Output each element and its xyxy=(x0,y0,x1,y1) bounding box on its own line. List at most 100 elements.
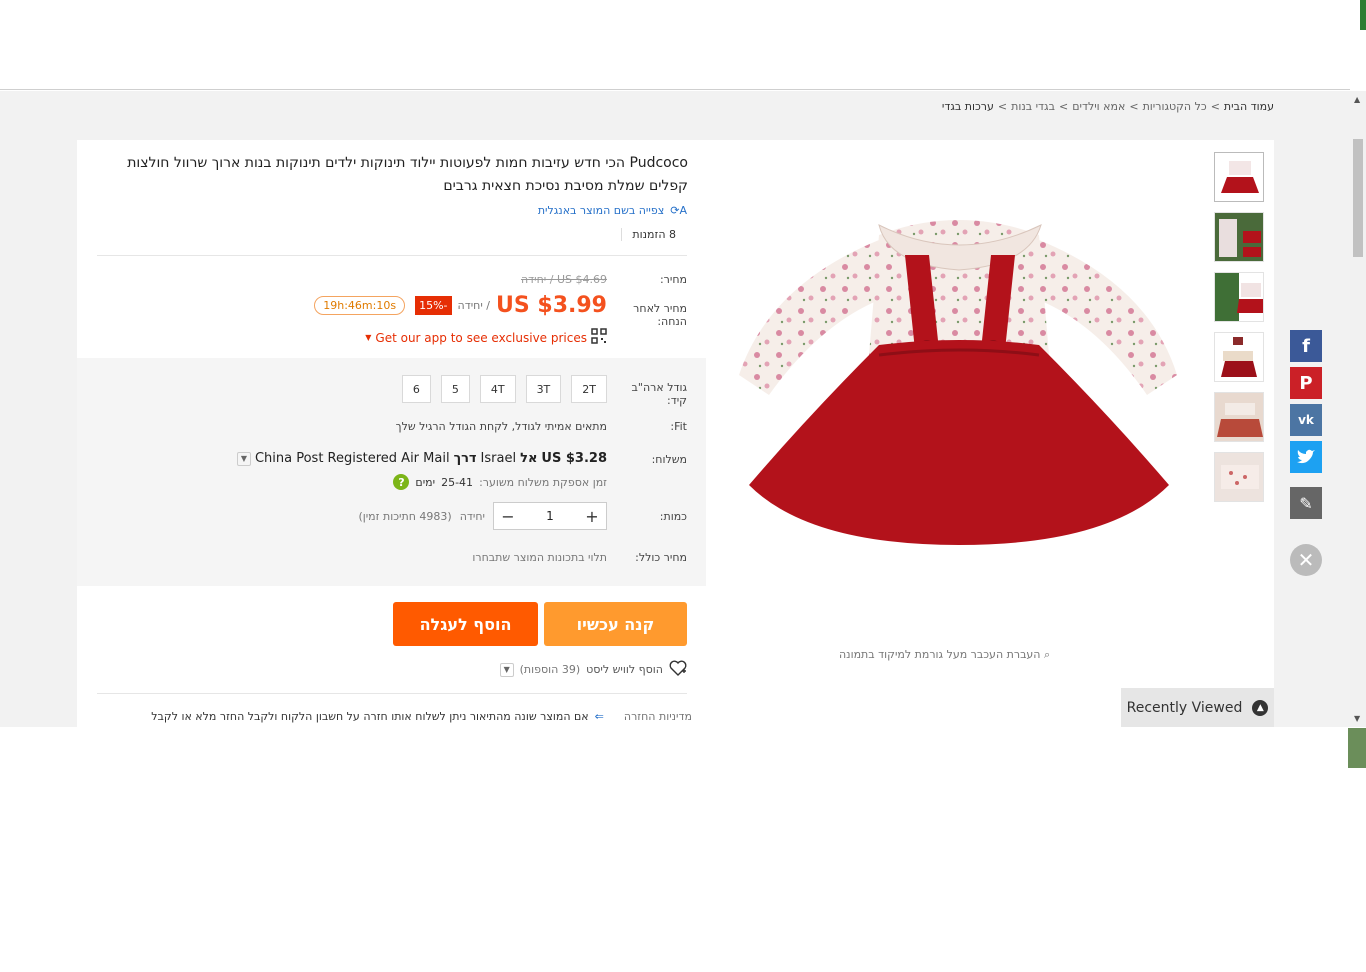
original-price: US $4.69 / יחידה xyxy=(520,273,607,286)
breadcrumb-home[interactable]: עמוד הבית xyxy=(1224,100,1274,113)
add-to-cart-button[interactable]: הוסף לעגלה xyxy=(393,602,538,646)
fit-text: מתאים אמיתי לגודל, לקחת הגודל הרגיל שלך xyxy=(395,420,607,433)
price-unit: / יחידה xyxy=(457,299,491,312)
thumbnail-1[interactable] xyxy=(1214,152,1264,202)
qr-icon xyxy=(591,328,607,347)
wishlist-count: (39 הוספות) xyxy=(519,663,581,676)
discount-badge: -15% xyxy=(415,296,452,315)
price-row: US $3.99 / יחידה -15% 19h:46m:10s xyxy=(314,293,607,318)
zoom-hint-text: העברת העכבר מעל גורמת למיקוד בתמונה xyxy=(839,648,1041,661)
divider xyxy=(97,693,687,694)
total-price-text: תלוי בתכונות המוצר שתבחרו xyxy=(472,551,607,564)
close-icon[interactable]: ✕ xyxy=(1290,544,1322,576)
quantity-input[interactable]: 1 xyxy=(522,503,578,529)
shipping-label: משלוח: xyxy=(651,453,687,466)
help-icon[interactable]: ? xyxy=(393,474,410,490)
increase-button[interactable]: + xyxy=(578,503,606,529)
return-policy-label: מדיניות החזרה xyxy=(623,710,692,723)
edge-decoration xyxy=(1348,728,1366,768)
thumbnail-6[interactable] xyxy=(1214,452,1264,502)
fit-label: Fit: xyxy=(670,420,687,433)
sku-panel xyxy=(77,358,706,586)
wishlist-row[interactable]: הוסף לוויש ליסט (39 הוספות) ▼ xyxy=(499,660,687,679)
pinterest-icon[interactable]: P xyxy=(1290,367,1322,399)
quantity-label: כמות: xyxy=(659,510,687,523)
shipping-time-value: 25-41 xyxy=(441,475,474,489)
recently-viewed-label: Recently Viewed xyxy=(1126,699,1243,716)
vk-icon[interactable]: vk xyxy=(1290,404,1322,436)
translate-link[interactable]: A⟳ צפייה בשם המוצר באנגלית xyxy=(538,204,687,217)
quantity-available: (4983 חתיכות זמין) xyxy=(358,509,452,523)
shipping-via: דרך xyxy=(453,451,477,466)
shipping-price: US $3.28 xyxy=(541,451,607,466)
quantity-row: − 1 + יחידה (4983 חתיכות זמין) xyxy=(358,502,607,530)
quantity-stepper: − 1 + xyxy=(493,502,607,530)
size-label: גודל ארה"ב קיד: xyxy=(631,381,687,407)
zoom-hint: ⌕ העברת העכבר מעל גורמת למיקוד בתמונה xyxy=(839,648,1050,662)
countdown-timer: 19h:46m:10s xyxy=(314,296,406,315)
shipping-time: זמן אספקת משלוח משוער: 25-41 ימים ? xyxy=(393,474,607,490)
social-share-bar: f P vk xyxy=(1290,330,1322,478)
product-page: עמוד הבית>כל הקטגוריות>אמא וילדים>בגדי ב… xyxy=(0,91,1350,727)
size-option-3t[interactable]: 3T xyxy=(525,375,562,403)
breadcrumb-current[interactable]: ערכות בגדי xyxy=(942,100,994,113)
shipping-method: China Post Registered Air Mail xyxy=(254,451,450,466)
heart-icon xyxy=(669,660,687,679)
chevron-up-icon: ▲ xyxy=(1252,699,1269,716)
return-icon: ⇐ xyxy=(594,710,604,723)
size-option-5[interactable]: 5 xyxy=(440,375,470,403)
translate-label: צפייה בשם המוצר באנגלית xyxy=(537,204,665,217)
buy-now-button[interactable]: קנה עכשיו xyxy=(544,602,687,646)
shipping-country: Israel xyxy=(480,451,517,466)
breadcrumb-mother-kids[interactable]: אמא וילדים xyxy=(1072,100,1125,113)
recently-viewed-button[interactable]: Recently Viewed ▲ xyxy=(1121,688,1274,727)
scrollbar-thumb[interactable] xyxy=(1353,139,1363,257)
thumbnail-5[interactable] xyxy=(1214,392,1264,442)
quantity-unit: יחידה xyxy=(459,509,485,523)
return-policy: מדיניות החזרה ⇐ אם המוצר שונה מהתיאור ני… xyxy=(151,710,692,723)
price-label: מחיר: xyxy=(659,273,687,286)
return-policy-text: אם המוצר שונה מהתיאור ניתן לשלוח אותו חז… xyxy=(151,710,589,723)
current-price: US $3.99 xyxy=(496,293,607,318)
total-price-label: מחיר כולל: xyxy=(635,551,687,564)
edit-icon[interactable]: ✎ xyxy=(1290,487,1322,519)
caret-down-icon: ▼ xyxy=(365,333,372,342)
chevron-down-icon[interactable]: ▼ xyxy=(236,451,251,466)
divider xyxy=(97,255,687,256)
app-exclusive-link[interactable]: Get our app to see exclusive prices ▼ xyxy=(365,328,607,347)
wishlist-label: הוסף לוויש ליסט xyxy=(586,663,663,676)
thumbnail-3[interactable] xyxy=(1214,272,1264,322)
size-options: 2T 3T 4T 5 6 xyxy=(401,375,607,403)
translate-icon: A⟳ xyxy=(670,204,687,217)
search-icon: ⌕ xyxy=(1044,648,1051,661)
product-card: Pudcoco הכי חדש עזיבות חמות לפעוטות יילו… xyxy=(77,140,1274,727)
size-option-2t[interactable]: 2T xyxy=(571,375,607,403)
size-option-6[interactable]: 6 xyxy=(401,375,431,403)
shipping-selector[interactable]: US $3.28 אל Israel דרך China Post Regist… xyxy=(236,451,607,466)
size-option-4t[interactable]: 4T xyxy=(479,375,516,403)
shipping-time-unit: ימים xyxy=(415,475,436,489)
edge-decoration xyxy=(1360,0,1366,30)
twitter-icon[interactable] xyxy=(1290,441,1322,473)
shipping-time-label: זמן אספקת משלוח משוער: xyxy=(479,475,607,489)
breadcrumb-girls-clothing[interactable]: בגדי בנות xyxy=(1011,100,1055,113)
thumbnail-2[interactable] xyxy=(1214,212,1264,262)
scroll-down-icon[interactable]: ▼ xyxy=(1354,714,1360,723)
top-blank-area xyxy=(0,0,1350,90)
app-exclusive-text: Get our app to see exclusive prices xyxy=(375,330,587,345)
product-title: Pudcoco הכי חדש עזיבות חמות לפעוטות יילו… xyxy=(127,155,688,194)
breadcrumb-all-categories[interactable]: כל הקטגוריות xyxy=(1143,100,1207,113)
thumbnail-4[interactable] xyxy=(1214,332,1264,382)
thumbnail-list xyxy=(1214,152,1264,512)
orders-count: 8 הזמנות xyxy=(621,228,676,241)
facebook-icon[interactable]: f xyxy=(1290,330,1322,362)
shipping-to: אל xyxy=(520,451,538,466)
decrease-button[interactable]: − xyxy=(494,503,522,529)
breadcrumb: עמוד הבית>כל הקטגוריות>אמא וילדים>בגדי ב… xyxy=(941,100,1274,113)
main-product-image[interactable] xyxy=(729,195,1189,575)
scroll-up-icon[interactable]: ▲ xyxy=(1354,95,1360,104)
scrollbar[interactable]: ▲ ▼ xyxy=(1350,91,1366,727)
discount-price-label: מחיר לאחר הנחה: xyxy=(633,302,687,328)
chevron-down-icon[interactable]: ▼ xyxy=(499,662,514,677)
action-buttons: קנה עכשיו הוסף לעגלה xyxy=(393,602,687,646)
